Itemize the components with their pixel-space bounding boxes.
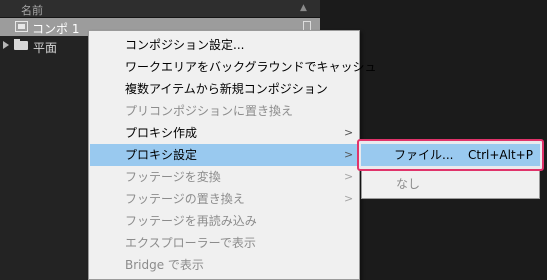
- submenu-arrow-icon: >: [344, 192, 354, 205]
- menu-item-reveal-in-bridge[interactable]: Bridge で表示: [90, 254, 358, 276]
- menu-item-set-proxy[interactable]: プロキシ設定 >: [90, 144, 358, 166]
- menu-item-reveal-in-explorer[interactable]: エクスプローラーで表示: [90, 232, 358, 254]
- project-item-label: 平面: [33, 41, 58, 55]
- menu-item-label: フッテージを再読み込み: [125, 214, 257, 228]
- menu-item-create-proxy[interactable]: プロキシ作成 >: [90, 122, 358, 144]
- menu-item-label: コンポジション設定...: [125, 38, 245, 52]
- submenu-arrow-icon: >: [344, 170, 354, 183]
- menu-item-composition-settings[interactable]: コンポジション設定...: [90, 34, 358, 56]
- menu-item-replace-with-precomp[interactable]: プリコンポジションに置き換え: [90, 100, 358, 122]
- panel-header: 名前 ▲: [0, 0, 320, 18]
- menu-item-reload-footage[interactable]: フッテージを再読み込み: [90, 210, 358, 232]
- menu-item-label: 複数アイテムから新規コンポジション: [125, 82, 328, 96]
- menu-item-label: フッテージを変換: [125, 170, 221, 184]
- scroll-up-icon[interactable]: ▲: [300, 3, 307, 13]
- submenu-arrow-icon: >: [344, 148, 354, 161]
- menu-item-replace-footage[interactable]: フッテージの置き換え >: [90, 188, 358, 210]
- submenu-item-none[interactable]: なし: [363, 173, 538, 195]
- menu-item-new-comp-from-selection[interactable]: 複数アイテムから新規コンポジション: [90, 78, 358, 100]
- menu-item-label: プロキシ作成: [125, 126, 198, 140]
- menu-item-label: フッテージの置き換え: [125, 192, 245, 206]
- menu-item-label: Bridge で表示: [125, 258, 204, 272]
- menu-item-label: ワークエリアをバックグラウンドでキャッシュ: [125, 60, 377, 74]
- project-item-label: コンポ 1: [32, 22, 80, 36]
- submenu-item-label: ファイル...: [394, 148, 454, 162]
- expand-triangle-icon[interactable]: [3, 41, 9, 49]
- column-header-name[interactable]: 名前: [21, 2, 43, 18]
- submenu-item-file[interactable]: ファイル... Ctrl+Alt+P: [361, 144, 540, 166]
- composition-icon: [15, 21, 28, 32]
- highlight-outline: ファイル... Ctrl+Alt+P: [357, 139, 544, 171]
- submenu-item-label: なし: [396, 177, 421, 191]
- submenu-arrow-icon: >: [344, 126, 354, 139]
- menu-item-label: エクスプローラーで表示: [125, 236, 256, 250]
- shortcut-label: Ctrl+Alt+P: [468, 148, 533, 162]
- folder-icon: [14, 39, 28, 50]
- menu-item-cache-work-area[interactable]: ワークエリアをバックグラウンドでキャッシュ: [90, 56, 377, 78]
- menu-item-label: プロキシ設定: [125, 148, 198, 162]
- menu-item-label: プリコンポジションに置き換え: [125, 104, 294, 118]
- menu-item-interpret-footage[interactable]: フッテージを変換 >: [90, 166, 358, 188]
- context-menu: コンポジション設定... ワークエリアをバックグラウンドでキャッシュ 複数アイテ…: [88, 30, 377, 280]
